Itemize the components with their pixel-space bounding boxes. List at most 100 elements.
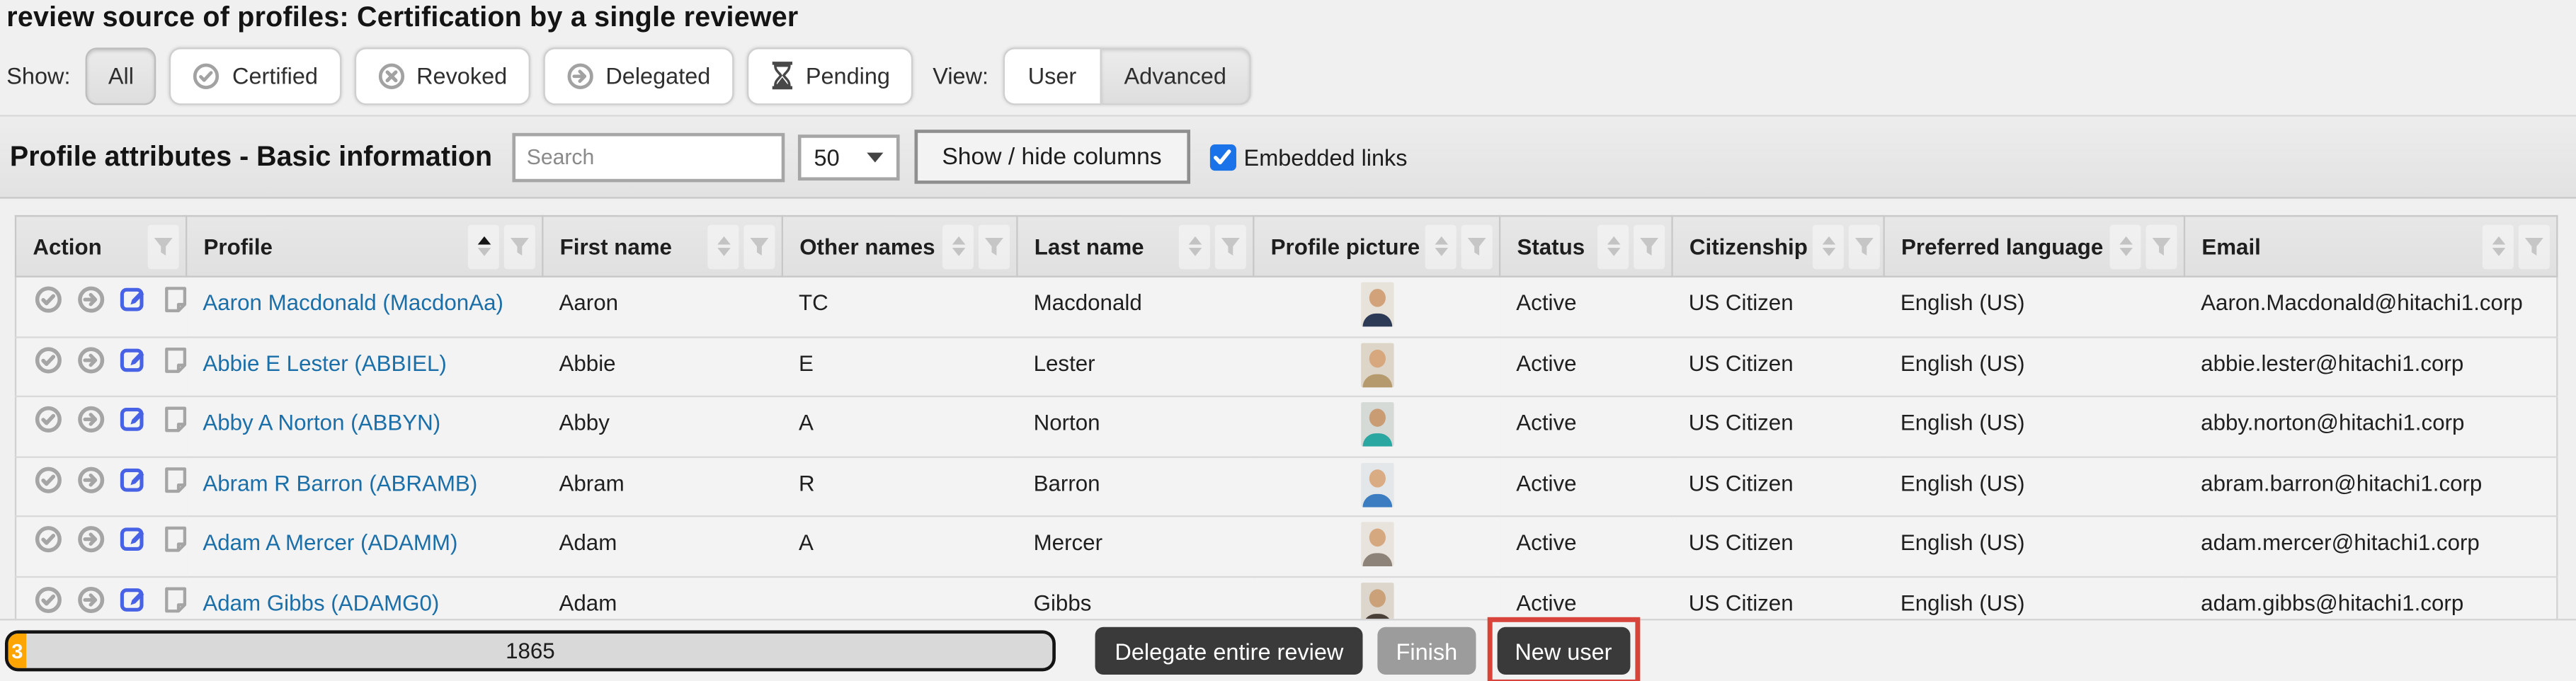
filter-funnel-icon[interactable] bbox=[1215, 224, 1246, 268]
delegate-entire-review-button[interactable]: Delegate entire review bbox=[1095, 627, 1364, 675]
search-input[interactable] bbox=[512, 132, 785, 182]
certify-icon[interactable] bbox=[35, 406, 62, 433]
note-icon[interactable] bbox=[163, 585, 186, 613]
cell-citizenship: US Citizen bbox=[1672, 457, 1884, 517]
profile-link[interactable]: Abby A Norton (ABBYN) bbox=[203, 411, 440, 435]
note-icon[interactable] bbox=[163, 525, 186, 553]
filter-funnel-icon[interactable] bbox=[743, 224, 775, 268]
filter-certified-button[interactable]: Certified bbox=[170, 47, 341, 104]
column-header-first-name[interactable]: First name bbox=[542, 216, 782, 277]
note-icon[interactable] bbox=[163, 285, 186, 313]
show-hide-columns-button[interactable]: Show / hide columns bbox=[914, 130, 1190, 184]
edit-icon[interactable] bbox=[119, 406, 149, 433]
column-header-profile-picture[interactable]: Profile picture bbox=[1253, 216, 1500, 277]
view-toggle: User Advanced bbox=[1003, 47, 1251, 104]
cell-first-name: Aaron bbox=[542, 277, 782, 337]
page-size-select[interactable]: 50 bbox=[797, 134, 899, 180]
note-icon[interactable] bbox=[163, 345, 186, 373]
profile-photo bbox=[1360, 402, 1393, 447]
delegate-icon[interactable] bbox=[76, 585, 104, 613]
edit-icon[interactable] bbox=[119, 465, 149, 493]
profile-link[interactable]: Aaron Macdonald (MacdonAa) bbox=[203, 290, 503, 315]
column-header-email[interactable]: Email bbox=[2184, 216, 2557, 277]
cell-other-names: TC bbox=[782, 277, 1018, 337]
sort-icon[interactable] bbox=[1597, 224, 1629, 268]
edit-icon[interactable] bbox=[119, 345, 149, 373]
finish-button[interactable]: Finish bbox=[1378, 627, 1476, 675]
cell-last-name: Mercer bbox=[1017, 516, 1253, 576]
certify-icon[interactable] bbox=[35, 585, 62, 613]
cell-profile: Abby A Norton (ABBYN) bbox=[186, 396, 542, 457]
sort-icon[interactable] bbox=[1179, 224, 1210, 268]
delegate-icon[interactable] bbox=[76, 525, 104, 553]
sort-icon[interactable] bbox=[468, 224, 499, 268]
cell-action bbox=[16, 457, 186, 517]
table-row: Aaron Macdonald (MacdonAa) Aaron TC Macd… bbox=[16, 277, 2557, 337]
cell-profile-picture bbox=[1253, 457, 1500, 517]
filter-pending-button[interactable]: Pending bbox=[746, 47, 913, 104]
filter-funnel-icon[interactable] bbox=[1634, 224, 1665, 268]
filter-delegated-button[interactable]: Delegated bbox=[543, 47, 734, 104]
column-header-preferred-language[interactable]: Preferred language bbox=[1884, 216, 2184, 277]
delegate-icon[interactable] bbox=[76, 285, 104, 313]
embedded-links-label: Embedded links bbox=[1244, 144, 1408, 170]
filter-funnel-icon[interactable] bbox=[504, 224, 535, 268]
new-user-button[interactable]: New user bbox=[1497, 627, 1630, 675]
cell-last-name: Macdonald bbox=[1017, 277, 1253, 337]
filter-all-button[interactable]: All bbox=[85, 47, 156, 104]
table-row: Adam A Mercer (ADAMM) Adam A Mercer Acti… bbox=[16, 516, 2557, 576]
certify-icon[interactable] bbox=[35, 465, 62, 493]
sort-icon[interactable] bbox=[942, 224, 974, 268]
edit-icon[interactable] bbox=[119, 585, 149, 613]
delegate-icon[interactable] bbox=[76, 345, 104, 373]
certify-icon[interactable] bbox=[35, 525, 62, 553]
column-header-profile[interactable]: Profile bbox=[186, 216, 542, 277]
hourglass-icon bbox=[770, 61, 794, 91]
column-header-action[interactable]: Action bbox=[16, 216, 186, 277]
cell-email: abbie.lester@hitachi1.corp bbox=[2184, 336, 2557, 396]
profile-link[interactable]: Abram R Barron (ABRAMB) bbox=[203, 470, 477, 495]
filter-funnel-icon[interactable] bbox=[2519, 224, 2550, 268]
edit-icon[interactable] bbox=[119, 285, 149, 313]
column-header-last-name[interactable]: Last name bbox=[1017, 216, 1253, 277]
cell-email: Aaron.Macdonald@hitachi1.corp bbox=[2184, 277, 2557, 337]
profile-link[interactable]: Adam Gibbs (ADAMG0) bbox=[203, 590, 439, 615]
column-header-status[interactable]: Status bbox=[1500, 216, 1672, 277]
embedded-links-checkbox[interactable] bbox=[1209, 144, 1236, 170]
certify-icon[interactable] bbox=[35, 345, 62, 373]
filter-row: Show: All Certified Revoked bbox=[0, 46, 2576, 105]
sort-icon[interactable] bbox=[1813, 224, 1844, 268]
profile-link[interactable]: Abbie E Lester (ABBIEL) bbox=[203, 350, 447, 375]
header: review source of profiles: Certification… bbox=[0, 0, 2576, 115]
filter-funnel-icon[interactable] bbox=[1849, 224, 1880, 268]
edit-icon[interactable] bbox=[119, 525, 149, 553]
table-toolbar: Profile attributes - Basic information 5… bbox=[0, 115, 2576, 198]
note-icon[interactable] bbox=[163, 406, 186, 433]
view-user-button[interactable]: User bbox=[1003, 47, 1101, 104]
column-header-other-names[interactable]: Other names bbox=[782, 216, 1018, 277]
profile-link[interactable]: Adam A Mercer (ADAMM) bbox=[203, 530, 457, 555]
sort-icon[interactable] bbox=[707, 224, 739, 268]
note-icon[interactable] bbox=[163, 465, 186, 493]
cell-email: abby.norton@hitachi1.corp bbox=[2184, 396, 2557, 457]
view-advanced-button[interactable]: Advanced bbox=[1101, 47, 1251, 104]
delegate-icon[interactable] bbox=[76, 465, 104, 493]
cell-preferred-language: English (US) bbox=[1884, 516, 2184, 576]
cell-status: Active bbox=[1500, 516, 1672, 576]
certify-icon[interactable] bbox=[35, 285, 62, 313]
delegate-icon[interactable] bbox=[76, 406, 104, 433]
column-header-citizenship[interactable]: Citizenship bbox=[1672, 216, 1884, 277]
filter-funnel-icon[interactable] bbox=[2146, 224, 2177, 268]
sort-icon[interactable] bbox=[2483, 224, 2514, 268]
cell-preferred-language: English (US) bbox=[1884, 396, 2184, 457]
sort-icon[interactable] bbox=[2109, 224, 2141, 268]
cell-first-name: Abbie bbox=[542, 336, 782, 396]
certification-review-screen: review source of profiles: Certification… bbox=[0, 0, 2576, 681]
sort-icon[interactable] bbox=[1425, 224, 1457, 268]
filter-funnel-icon[interactable] bbox=[1461, 224, 1493, 268]
filter-funnel-icon[interactable] bbox=[148, 224, 179, 268]
filter-funnel-icon[interactable] bbox=[979, 224, 1010, 268]
cell-status: Active bbox=[1500, 396, 1672, 457]
table-header-row: Action Profile First name bbox=[16, 216, 2557, 277]
filter-revoked-button[interactable]: Revoked bbox=[354, 47, 530, 104]
